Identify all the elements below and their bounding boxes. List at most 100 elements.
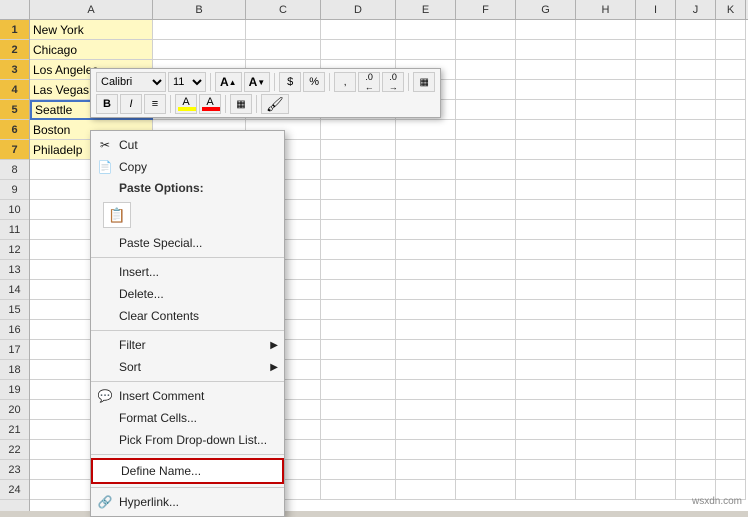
cell-12-K[interactable] — [716, 240, 746, 260]
cell-11-D[interactable] — [321, 220, 396, 240]
cell-19-G[interactable] — [516, 380, 576, 400]
cell-1-K[interactable] — [716, 20, 746, 40]
cell-7-J[interactable] — [676, 140, 716, 160]
cell-18-F[interactable] — [456, 360, 516, 380]
col-header-f[interactable]: F — [456, 0, 516, 19]
cell-14-I[interactable] — [636, 280, 676, 300]
cell-22-K[interactable] — [716, 440, 746, 460]
cell-2-D[interactable] — [321, 40, 396, 60]
cell-19-I[interactable] — [636, 380, 676, 400]
cell-18-J[interactable] — [676, 360, 716, 380]
row-number-2[interactable]: 2 — [0, 40, 29, 60]
cell-1-I[interactable] — [636, 20, 676, 40]
cell-11-J[interactable] — [676, 220, 716, 240]
cell-8-I[interactable] — [636, 160, 676, 180]
cell-13-G[interactable] — [516, 260, 576, 280]
cell-14-E[interactable] — [396, 280, 456, 300]
cell-16-I[interactable] — [636, 320, 676, 340]
cell-9-H[interactable] — [576, 180, 636, 200]
cell-19-F[interactable] — [456, 380, 516, 400]
cell-7-G[interactable] — [516, 140, 576, 160]
context-menu-item-delete[interactable]: Delete... — [91, 283, 284, 305]
cell-23-G[interactable] — [516, 460, 576, 480]
col-header-b[interactable]: B — [153, 0, 246, 19]
cell-23-K[interactable] — [716, 460, 746, 480]
row-number-5[interactable]: 5 — [0, 100, 29, 120]
cell-17-G[interactable] — [516, 340, 576, 360]
context-menu-item-sort[interactable]: Sort▶ — [91, 356, 284, 378]
cell-8-E[interactable] — [396, 160, 456, 180]
cell-21-I[interactable] — [636, 420, 676, 440]
cell-20-G[interactable] — [516, 400, 576, 420]
cell-1-C[interactable] — [246, 20, 321, 40]
row-number-3[interactable]: 3 — [0, 60, 29, 80]
cell-10-D[interactable] — [321, 200, 396, 220]
increase-decimal-button[interactable]: .0← — [358, 72, 380, 92]
cell-4-F[interactable] — [456, 80, 516, 100]
cell-23-H[interactable] — [576, 460, 636, 480]
cell-21-E[interactable] — [396, 420, 456, 440]
cell-16-K[interactable] — [716, 320, 746, 340]
row-number-8[interactable]: 8 — [0, 160, 29, 180]
cell-15-H[interactable] — [576, 300, 636, 320]
context-menu-item-insert[interactable]: Insert... — [91, 261, 284, 283]
cell-16-G[interactable] — [516, 320, 576, 340]
cell-24-H[interactable] — [576, 480, 636, 500]
cell-22-J[interactable] — [676, 440, 716, 460]
cell-1-G[interactable] — [516, 20, 576, 40]
cell-22-I[interactable] — [636, 440, 676, 460]
col-header-a[interactable]: A — [30, 0, 153, 19]
col-header-i[interactable]: I — [636, 0, 676, 19]
cell-11-H[interactable] — [576, 220, 636, 240]
cell-2-A[interactable]: Chicago — [30, 40, 153, 60]
cell-24-D[interactable] — [321, 480, 396, 500]
cell-15-G[interactable] — [516, 300, 576, 320]
cell-24-E[interactable] — [396, 480, 456, 500]
cell-2-H[interactable] — [576, 40, 636, 60]
row-number-6[interactable]: 6 — [0, 120, 29, 140]
context-menu-item-paste-special[interactable]: Paste Special... — [91, 232, 284, 254]
cell-14-H[interactable] — [576, 280, 636, 300]
cell-21-F[interactable] — [456, 420, 516, 440]
cell-7-E[interactable] — [396, 140, 456, 160]
paste-icon-button[interactable]: 📋 — [103, 202, 131, 228]
row-number-13[interactable]: 13 — [0, 260, 29, 280]
cell-17-D[interactable] — [321, 340, 396, 360]
cell-13-H[interactable] — [576, 260, 636, 280]
cell-11-K[interactable] — [716, 220, 746, 240]
cell-14-K[interactable] — [716, 280, 746, 300]
cell-12-G[interactable] — [516, 240, 576, 260]
col-header-d[interactable]: D — [321, 0, 396, 19]
row-number-16[interactable]: 16 — [0, 320, 29, 340]
row-number-23[interactable]: 23 — [0, 460, 29, 480]
cell-3-J[interactable] — [676, 60, 716, 80]
cell-9-J[interactable] — [676, 180, 716, 200]
row-number-17[interactable]: 17 — [0, 340, 29, 360]
cell-5-I[interactable] — [636, 100, 676, 120]
cell-15-I[interactable] — [636, 300, 676, 320]
cell-22-F[interactable] — [456, 440, 516, 460]
cell-14-D[interactable] — [321, 280, 396, 300]
cell-22-H[interactable] — [576, 440, 636, 460]
grow-font-button[interactable]: A▲ — [215, 72, 242, 92]
cell-5-H[interactable] — [576, 100, 636, 120]
paint-format-button[interactable]: 🖌 — [261, 94, 289, 114]
row-number-10[interactable]: 10 — [0, 200, 29, 220]
cell-16-E[interactable] — [396, 320, 456, 340]
context-menu-item-define-name[interactable]: Define Name... — [91, 458, 284, 484]
cell-15-J[interactable] — [676, 300, 716, 320]
cell-17-J[interactable] — [676, 340, 716, 360]
cell-2-K[interactable] — [716, 40, 746, 60]
cell-23-D[interactable] — [321, 460, 396, 480]
cell-20-H[interactable] — [576, 400, 636, 420]
cell-17-F[interactable] — [456, 340, 516, 360]
row-number-11[interactable]: 11 — [0, 220, 29, 240]
cell-11-F[interactable] — [456, 220, 516, 240]
cell-10-K[interactable] — [716, 200, 746, 220]
row-number-22[interactable]: 22 — [0, 440, 29, 460]
row-number-1[interactable]: 1 — [0, 20, 29, 40]
cell-5-F[interactable] — [456, 100, 516, 120]
cell-11-E[interactable] — [396, 220, 456, 240]
cell-11-I[interactable] — [636, 220, 676, 240]
cell-1-E[interactable] — [396, 20, 456, 40]
